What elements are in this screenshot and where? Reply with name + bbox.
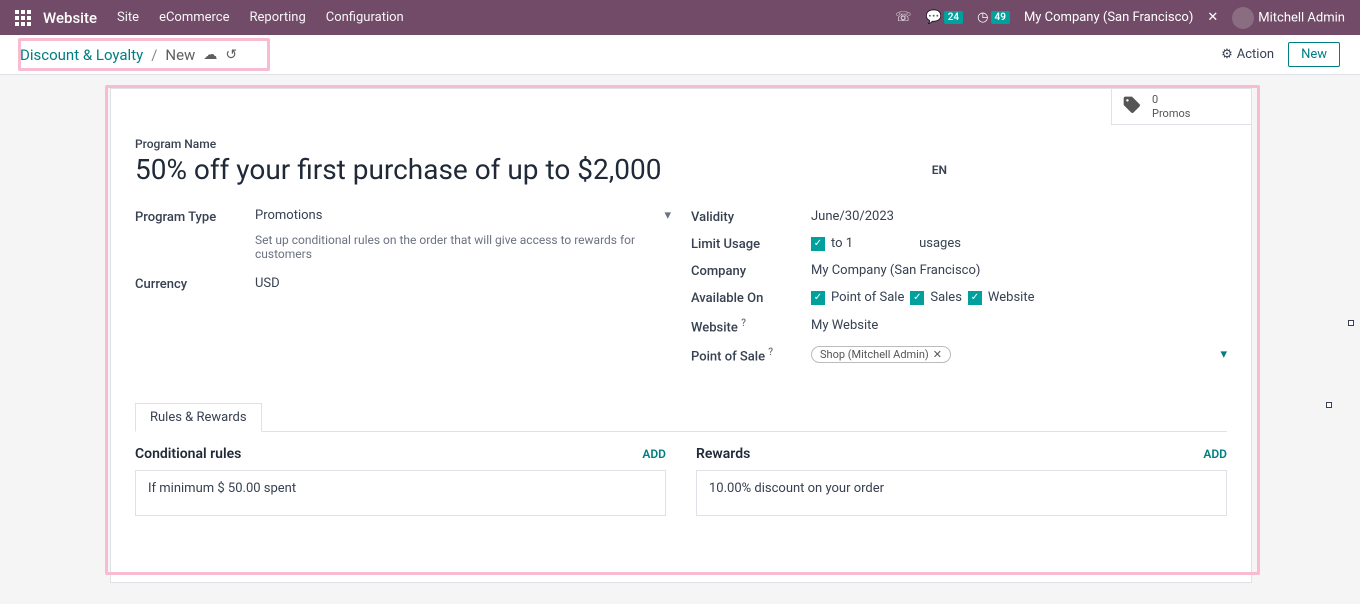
app-brand[interactable]: Website <box>43 9 97 27</box>
available-on-label: Available On <box>691 289 811 306</box>
stat-promos[interactable]: 0 Promos <box>1111 89 1251 125</box>
tag-icon <box>1122 95 1142 119</box>
validity-label: Validity <box>691 208 811 225</box>
pos-label: Point of Sale ? <box>691 345 811 364</box>
program-name-input[interactable]: 50% off your first purchase of up to $2,… <box>135 153 661 186</box>
resize-handle[interactable] <box>1348 320 1354 326</box>
company-field[interactable]: My Company (San Francisco) <box>811 262 1227 279</box>
program-type-select[interactable]: Promotions▾ <box>255 208 671 223</box>
form-sheet: 0 Promos Program Name 50% off your first… <box>110 88 1252 583</box>
available-pos-checkbox[interactable]: ✓ <box>811 291 825 305</box>
stat-count: 0 <box>1152 93 1190 106</box>
website-label: Website ? <box>691 316 811 335</box>
validity-field[interactable]: June/30/2023 <box>811 208 1227 225</box>
limit-to-text[interactable]: to 1 <box>831 236 853 251</box>
resize-handle[interactable] <box>1326 402 1332 408</box>
rule-card[interactable]: If minimum $ 50.00 spent <box>135 470 666 516</box>
messages-badge: 24 <box>944 11 963 24</box>
nav-reporting[interactable]: Reporting <box>250 10 306 25</box>
program-type-label: Program Type <box>135 208 255 261</box>
tools-icon[interactable]: ✕ <box>1207 10 1218 25</box>
new-button[interactable]: New <box>1288 42 1340 67</box>
gear-icon: ⚙ <box>1221 47 1233 62</box>
pos-field[interactable]: Shop (Mitchell Admin) ✕ ▾ <box>811 345 1227 364</box>
nav-configuration[interactable]: Configuration <box>326 10 404 25</box>
activities-icon[interactable]: ◷49 <box>977 10 1010 25</box>
tab-rules-rewards[interactable]: Rules & Rewards <box>135 403 262 432</box>
avatar <box>1232 7 1254 29</box>
help-icon[interactable]: ? <box>741 318 746 329</box>
breadcrumb-current: New <box>165 46 195 64</box>
messages-icon[interactable]: 💬24 <box>926 10 964 25</box>
phone-icon[interactable]: ☏ <box>895 10 911 25</box>
reward-card[interactable]: 10.00% discount on your order <box>696 470 1227 516</box>
available-website-checkbox[interactable]: ✓ <box>968 291 982 305</box>
tabs: Rules & Rewards <box>135 403 1227 432</box>
currency-label: Currency <box>135 275 255 292</box>
apps-grid-icon[interactable] <box>15 10 31 26</box>
breadcrumb-root[interactable]: Discount & Loyalty <box>20 46 143 64</box>
stat-label: Promos <box>1152 107 1190 120</box>
company-switcher[interactable]: My Company (San Francisco) <box>1024 10 1193 25</box>
remove-tag-icon[interactable]: ✕ <box>933 348 942 361</box>
language-indicator[interactable]: EN <box>932 163 947 177</box>
action-menu[interactable]: ⚙ Action <box>1221 47 1274 62</box>
activities-badge: 49 <box>991 11 1010 24</box>
add-reward-button[interactable]: ADD <box>1203 447 1227 461</box>
nav-site[interactable]: Site <box>117 10 139 25</box>
breadcrumb-separator: / <box>151 46 157 64</box>
control-bar: Discount & Loyalty / New ☁ ↺ ⚙ Action Ne… <box>0 35 1360 75</box>
program-type-desc: Set up conditional rules on the order th… <box>255 233 671 261</box>
limit-usage-checkbox[interactable]: ✓ <box>811 237 825 251</box>
company-label: Company <box>691 262 811 279</box>
add-rule-button[interactable]: ADD <box>642 447 666 461</box>
chevron-down-icon[interactable]: ▾ <box>1220 347 1227 362</box>
conditional-rules-title: Conditional rules <box>135 446 241 462</box>
pos-tag[interactable]: Shop (Mitchell Admin) ✕ <box>811 346 951 363</box>
website-field[interactable]: My Website <box>811 316 1227 335</box>
program-name-label: Program Name <box>135 137 1227 151</box>
chevron-down-icon: ▾ <box>664 208 671 223</box>
limit-usages-text: usages <box>919 236 961 251</box>
discard-icon[interactable]: ↺ <box>225 47 237 63</box>
currency-field[interactable]: USD <box>255 275 671 292</box>
user-menu[interactable]: Mitchell Admin <box>1232 7 1345 29</box>
nav-ecommerce[interactable]: eCommerce <box>159 10 229 25</box>
help-icon[interactable]: ? <box>768 347 773 358</box>
limit-usage-label: Limit Usage <box>691 235 811 252</box>
breadcrumb: Discount & Loyalty / New ☁ ↺ <box>20 46 237 64</box>
available-sales-checkbox[interactable]: ✓ <box>910 291 924 305</box>
top-navbar: Website Site eCommerce Reporting Configu… <box>0 0 1360 35</box>
rewards-title: Rewards <box>696 446 750 462</box>
cloud-save-icon[interactable]: ☁ <box>203 47 217 63</box>
